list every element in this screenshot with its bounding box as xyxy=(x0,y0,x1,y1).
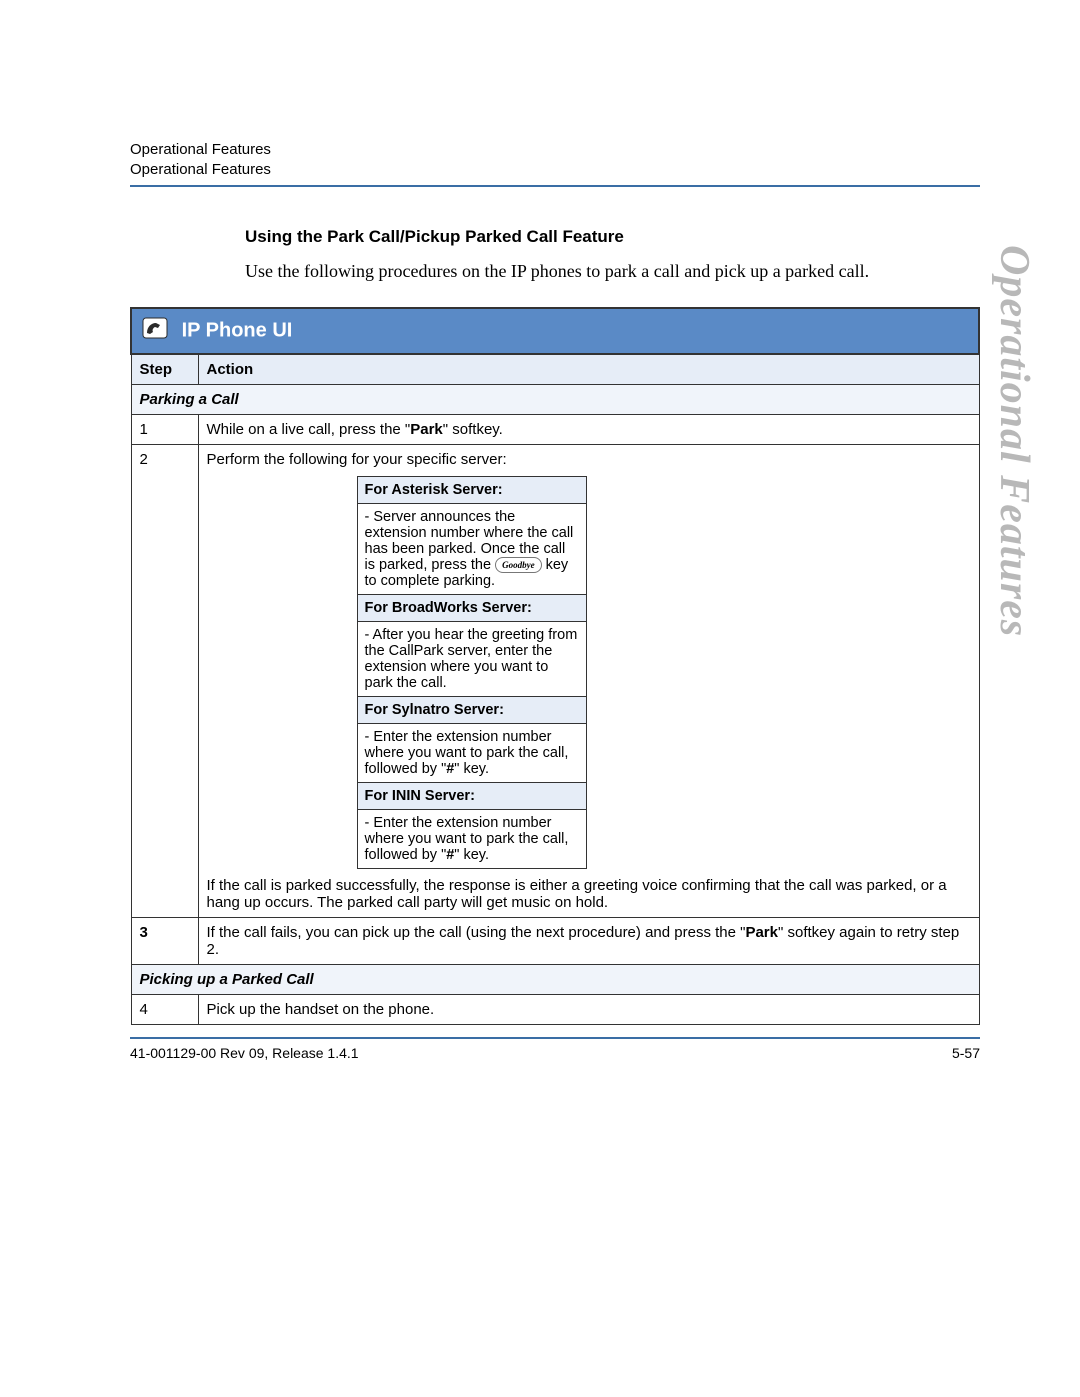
table-row: 3 If the call fails, you can pick up the… xyxy=(131,918,979,965)
bold-text: Park xyxy=(410,421,443,438)
header-line-2: Operational Features xyxy=(130,160,980,180)
server-head: For Sylnatro Server: xyxy=(357,697,586,724)
step-action: Pick up the handset on the phone. xyxy=(198,995,979,1025)
step-number: 4 xyxy=(131,995,198,1025)
table-header-row: Step Action xyxy=(131,354,979,385)
server-body: - Enter the extension number where you w… xyxy=(357,724,586,783)
server-table: For Asterisk Server: - Server announces … xyxy=(357,476,587,869)
table-row: 1 While on a live call, press the "Park"… xyxy=(131,415,979,445)
text: If the call fails, you can pick up the c… xyxy=(207,924,746,941)
table-title-row: IP Phone UI xyxy=(131,308,979,354)
text: " key. xyxy=(454,847,489,863)
document-page: Operational Features Operational Feature… xyxy=(0,0,1080,1121)
header-line-1: Operational Features xyxy=(130,140,980,160)
footer-rule xyxy=(130,1037,980,1039)
server-head: For Asterisk Server: xyxy=(357,477,586,504)
running-header: Operational Features Operational Feature… xyxy=(130,140,980,179)
section-parking-label: Parking a Call xyxy=(131,385,979,415)
step-action: If the call fails, you can pick up the c… xyxy=(198,918,979,965)
table-row: 2 Perform the following for your specifi… xyxy=(131,445,979,918)
intro-paragraph: Use the following procedures on the IP p… xyxy=(245,259,980,283)
footer-left: 41-001129-00 Rev 09, Release 1.4.1 xyxy=(130,1045,359,1061)
step2-tail: If the call is parked successfully, the … xyxy=(207,877,971,911)
step2-lead: Perform the following for your specific … xyxy=(207,451,971,468)
step-number: 1 xyxy=(131,415,198,445)
server-head: For BroadWorks Server: xyxy=(357,595,586,622)
bold-text: Park xyxy=(745,924,778,941)
section-picking-up: Picking up a Parked Call xyxy=(131,965,979,995)
server-body: - After you hear the greeting from the C… xyxy=(357,622,586,697)
step-number: 3 xyxy=(131,918,198,965)
server-body: - Server announces the extension number … xyxy=(357,504,586,595)
col-head-step: Step xyxy=(131,354,198,385)
section-parking: Parking a Call xyxy=(131,385,979,415)
header-rule xyxy=(130,185,980,187)
subheading: Using the Park Call/Pickup Parked Call F… xyxy=(245,227,980,247)
text: While on a live call, press the " xyxy=(207,421,411,438)
table-title: IP Phone UI xyxy=(182,320,293,342)
phone-icon xyxy=(142,317,168,345)
step-number: 2 xyxy=(131,445,198,918)
page-footer: 41-001129-00 Rev 09, Release 1.4.1 5-57 xyxy=(130,1045,980,1061)
server-body: - Enter the extension number where you w… xyxy=(357,810,586,869)
col-head-action: Action xyxy=(198,354,979,385)
step-action: Perform the following for your specific … xyxy=(198,445,979,918)
goodbye-key-icon: Goodbye xyxy=(495,557,542,573)
server-head: For ININ Server: xyxy=(357,783,586,810)
section-picking-up-label: Picking up a Parked Call xyxy=(131,965,979,995)
step-action: While on a live call, press the "Park" s… xyxy=(198,415,979,445)
text: " key. xyxy=(454,761,489,777)
footer-right: 5-57 xyxy=(952,1045,980,1061)
table-row: 4 Pick up the handset on the phone. xyxy=(131,995,979,1025)
procedure-table: IP Phone UI Step Action Parking a Call 1… xyxy=(130,307,980,1025)
text: " softkey. xyxy=(443,421,503,438)
